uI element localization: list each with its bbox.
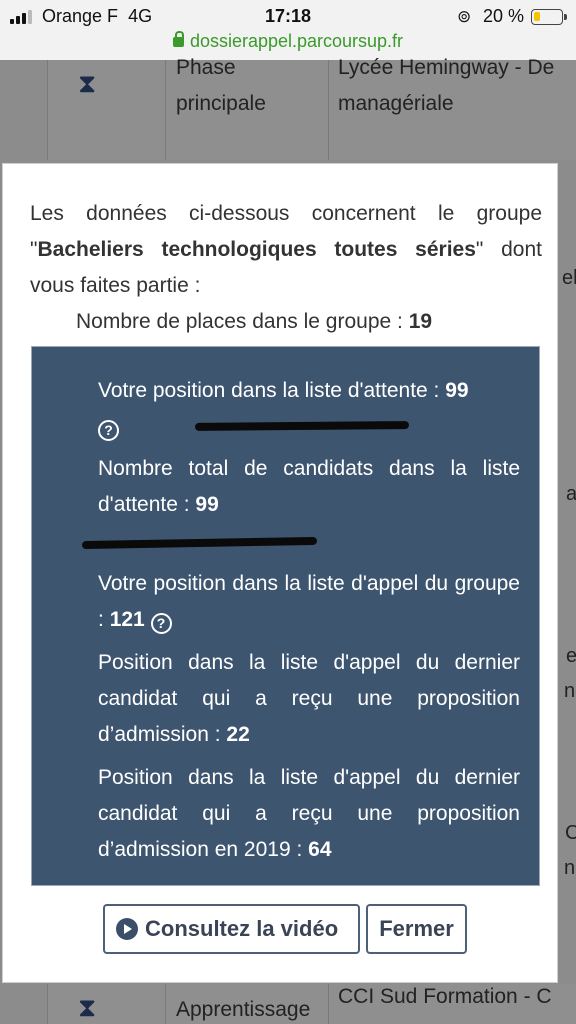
intro-text: Les données ci-dessous concernent le gro…	[30, 202, 542, 297]
url-text: dossierappel.parcoursup.fr	[189, 31, 404, 51]
url-bar[interactable]: dossierappel.parcoursup.fr	[0, 31, 576, 52]
table-cell: managériale	[338, 92, 454, 115]
group-info-modal: Les données ci-dessous concernent le gro…	[2, 163, 558, 983]
background-text: nn	[564, 680, 576, 702]
hourglass-icon: ⧗	[78, 68, 97, 98]
table-cell: Apprentissage	[176, 998, 311, 1021]
close-button[interactable]: Fermer	[366, 904, 467, 954]
table-cell: Phase	[176, 56, 236, 79]
table-row: ⧗ Phase principale Lycée Hemingway - De …	[47, 56, 576, 160]
help-icon[interactable]: ?	[150, 613, 172, 634]
help-icon[interactable]: ?	[98, 420, 119, 441]
table-cell: Lycée Hemingway - De	[338, 56, 555, 79]
video-button[interactable]: Consultez la vidéo	[103, 904, 360, 954]
last-admitted-position: Position dans la liste d'appel du dernie…	[98, 651, 520, 746]
hourglass-icon: ⧗	[78, 992, 97, 1022]
last-admitted-2019-position: Position dans la liste d'appel du dernie…	[98, 766, 520, 861]
table-cell: principale	[176, 92, 266, 115]
background-text: el	[562, 267, 576, 289]
waitlist-position: Votre position dans la liste d'attente :…	[98, 373, 520, 445]
waitlist-total: Nombre total de candidats dans la liste …	[98, 457, 520, 516]
battery-icon	[531, 9, 567, 25]
group-name: Bacheliers technologiques toutes séries	[37, 238, 476, 261]
padlock-icon	[172, 31, 184, 47]
background-text: e	[566, 645, 576, 667]
handwritten-underline	[81, 536, 318, 550]
table-row: ⧗ Apprentissage CCI Sud Formation - C	[47, 984, 576, 1024]
table-cell: CCI Sud Formation - C	[338, 985, 552, 1008]
battery-percentage: 20 %	[483, 6, 525, 26]
background-text: C	[565, 822, 576, 844]
places-count: Nombre de places dans le groupe : 19	[76, 310, 433, 333]
rotation-lock-icon: ⊚	[457, 7, 472, 26]
background-text: nn	[564, 857, 576, 879]
call-list-position: Votre position dans la liste d'appel du …	[98, 566, 520, 638]
play-icon	[116, 918, 138, 940]
background-text: a	[566, 483, 576, 505]
stats-panel: Votre position dans la liste d'attente :…	[31, 346, 540, 886]
